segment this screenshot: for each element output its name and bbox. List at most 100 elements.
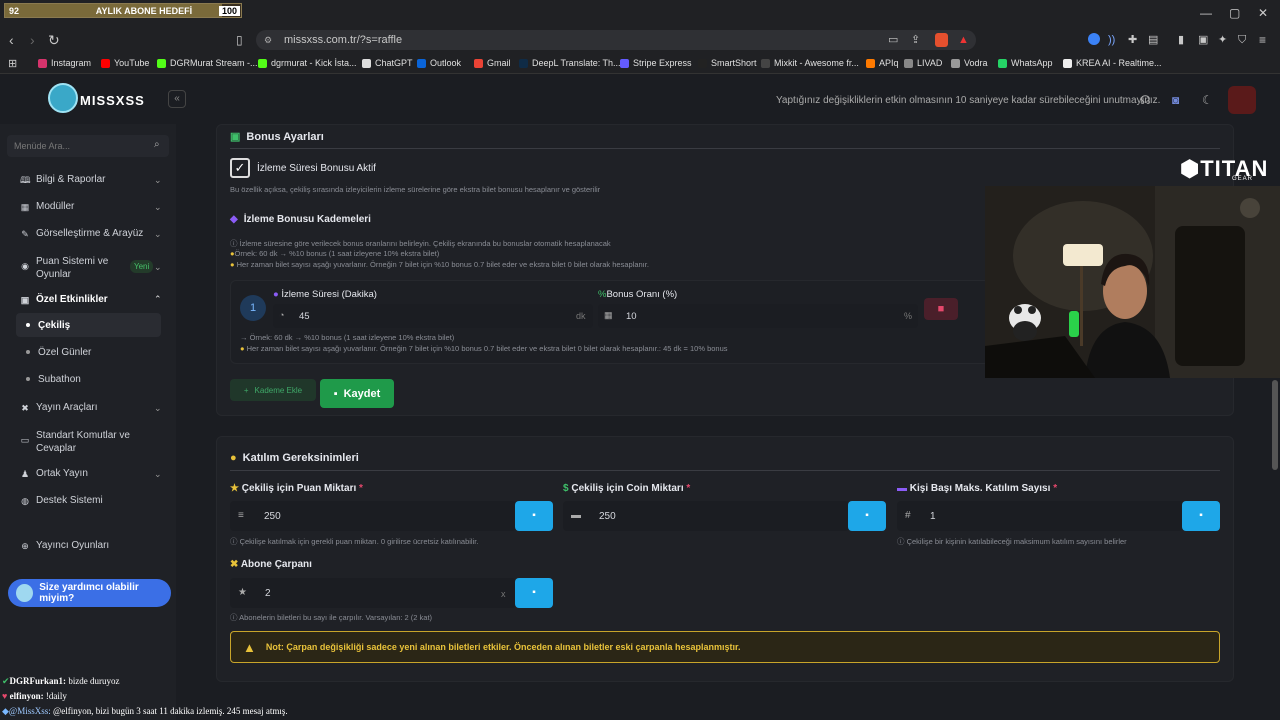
sidebar-item-support[interactable]: ◍ Destek Sistemi [20, 495, 103, 506]
sidebar-item-label: Yayın Araçları [36, 402, 98, 413]
brave-rewards-icon[interactable]: ▲ [958, 34, 969, 46]
sidebar-item-visualization[interactable]: ✎ Görselleştirme & Arayüz [20, 228, 143, 239]
close-icon[interactable]: ✕ [1258, 6, 1268, 20]
chevron-down-icon[interactable]: ⌄ [154, 229, 162, 240]
share-icon[interactable]: ⇪ [911, 33, 920, 47]
save-button[interactable]: ▪ Kaydet [320, 379, 394, 408]
bookmark-item[interactable]: KREA AI - Realtime... [1063, 58, 1162, 68]
bookmark-item[interactable]: Gmail [474, 58, 511, 68]
duration-value[interactable]: 45 [299, 311, 310, 322]
trash-icon: ■ [937, 303, 945, 315]
watch-bonus-checkbox[interactable]: ✓ [230, 158, 250, 178]
dark-mode-icon[interactable]: ☾ [1202, 93, 1213, 107]
save-max-entries-button[interactable]: ▪ [1182, 501, 1220, 531]
support-headset-icon[interactable]: ☊ [1140, 93, 1151, 107]
sidebar-subitem-raffle[interactable]: Çekiliş [26, 320, 70, 331]
logo-text[interactable]: MISSXSS [80, 93, 145, 108]
site-info-icon[interactable]: ⚙ [264, 35, 272, 46]
save-multiplier-button[interactable]: ▪ [515, 578, 553, 608]
bookmark-item[interactable]: WhatsApp [998, 58, 1053, 68]
bookmark-item[interactable]: Outlook [417, 58, 461, 68]
bookmark-item[interactable]: LIVAD [904, 58, 942, 68]
sidebar-item-co-stream[interactable]: ♟ Ortak Yayın [20, 468, 88, 479]
save-coin-button[interactable]: ▪ [848, 501, 886, 531]
vpn-icon[interactable]: ⛉ [1238, 33, 1246, 47]
user-avatar[interactable] [1228, 86, 1256, 114]
bookmark-item[interactable]: APIq [866, 58, 899, 68]
wallet-icon[interactable]: ▣ [1198, 33, 1208, 47]
bookmark-item[interactable]: Stripe Express [620, 58, 692, 68]
rate-input[interactable] [598, 304, 918, 328]
bookmark-item[interactable]: Instagram [38, 58, 91, 68]
reload-icon[interactable]: ↻ [48, 33, 60, 47]
multiplier-input[interactable] [230, 578, 516, 608]
bookmark-item[interactable]: Mixkit - Awesome fr... [761, 58, 859, 68]
sidebar-item-reports[interactable]: 🕮 Bilgi & Raporlar [20, 174, 105, 185]
tab-search-icon[interactable]: ▤ [1148, 33, 1158, 47]
forward-icon[interactable]: › [30, 33, 35, 47]
modules-icon: ▦ [20, 201, 30, 212]
delete-tier-button[interactable]: ■ [924, 298, 958, 320]
help-assistant-button[interactable]: Size yardımcı olabilir miyim? [8, 579, 171, 607]
extension-icon[interactable] [1088, 33, 1100, 45]
sidebar-subitem-special-days[interactable]: Özel Günler [26, 347, 91, 358]
menu-icon[interactable]: ≡ [1259, 33, 1266, 47]
chevron-down-icon[interactable]: ⌄ [154, 469, 162, 480]
bookmark-item[interactable]: DGRMurat Stream -... [157, 58, 258, 68]
search-icon[interactable]: ⌕ [154, 139, 160, 150]
sidebar-toggle-icon[interactable]: ▮ [1178, 33, 1184, 47]
chevron-down-icon[interactable]: ⌄ [154, 202, 162, 213]
maximize-icon[interactable]: ▢ [1229, 6, 1240, 20]
points-value[interactable]: 250 [264, 511, 281, 522]
bookmark-item[interactable]: YouTube [101, 58, 149, 68]
sidebar-item-commands[interactable]: ▭ Standart Komutlar ve Cevaplar [20, 429, 130, 455]
collapse-sidebar-button[interactable]: « [168, 90, 186, 108]
chevron-up-icon[interactable]: ⌃ [154, 294, 162, 305]
sidebar-subitem-subathon[interactable]: Subathon [26, 374, 81, 385]
save-points-button[interactable]: ▪ [515, 501, 553, 531]
rate-value[interactable]: 10 [626, 311, 637, 322]
chevron-down-icon[interactable]: ⌄ [154, 262, 162, 273]
sidebar-item-points[interactable]: ◉ Puan Sistemi ve Oyunlar [20, 255, 108, 281]
bookmark-item[interactable]: DeepL Translate: Th... [519, 58, 621, 68]
bookmark-item[interactable]: ChatGPT [362, 58, 413, 68]
bookmark-item[interactable]: Vodra [951, 58, 988, 68]
back-icon[interactable]: ‹ [9, 33, 14, 47]
sidebar-item-special-events[interactable]: ▣ Özel Etkinlikler [20, 294, 108, 305]
bookmark-item[interactable]: dgrmurat - Kick İsta... [258, 58, 357, 68]
chevron-down-icon[interactable]: ⌄ [154, 175, 162, 186]
add-tier-button[interactable]: + Kademe Ekle [230, 379, 316, 401]
leo-ai-icon[interactable]: ✦ [1218, 33, 1227, 47]
chevron-down-icon[interactable]: ⌄ [154, 403, 162, 414]
gamepad-icon: ⊕ [21, 540, 29, 551]
cast-icon[interactable]: ▭ [888, 33, 898, 47]
max-entries-value[interactable]: 1 [930, 511, 936, 522]
rate-unit: % [904, 311, 913, 321]
coin-value[interactable]: 250 [599, 511, 616, 522]
brave-shield-icon[interactable] [935, 33, 948, 47]
warning-icon: ▲ [243, 639, 256, 655]
multiplier-value[interactable]: 2 [265, 588, 271, 599]
save-icon: ▪ [532, 510, 536, 521]
minimize-icon[interactable]: — [1200, 6, 1212, 20]
multiplier-description: ⓘ Abonelerin biletleri bu sayı ile çarpı… [230, 613, 433, 622]
logo-icon[interactable] [48, 83, 78, 113]
apps-grid-icon[interactable]: ⊞ [8, 57, 17, 70]
bookmark-icon[interactable]: ▯ [236, 33, 243, 47]
extensions-puzzle-icon[interactable]: ✚ [1128, 33, 1137, 47]
extension-icon[interactable]: )) [1108, 33, 1115, 47]
sidebar-item-modules[interactable]: ▦ Modüller [20, 201, 75, 212]
discord-icon[interactable]: ◙ [1172, 93, 1179, 107]
bookmark-item[interactable]: SmartShort [698, 58, 757, 68]
sidebar-item-streamer-games[interactable]: ⊕ Yayıncı Oyunları [20, 540, 109, 551]
multiplier-label: ✖ Abone Çarpanı [230, 559, 312, 570]
duration-input[interactable] [273, 304, 593, 328]
sidebar-item-label: Yayıncı Oyunları [36, 540, 110, 551]
webcam-image [985, 186, 1280, 378]
sidebar-item-stream-tools[interactable]: ✖ Yayın Araçları [20, 402, 98, 413]
max-entries-input[interactable] [897, 501, 1183, 531]
max-entries-description: ⓘ Çekilişe bir kişinin katılabileceği ma… [897, 537, 1127, 546]
url-text[interactable]: missxss.com.tr/?s=raffle [284, 34, 402, 46]
page-scrollbar[interactable] [1272, 380, 1278, 470]
coins-icon: ▦ [604, 310, 613, 320]
